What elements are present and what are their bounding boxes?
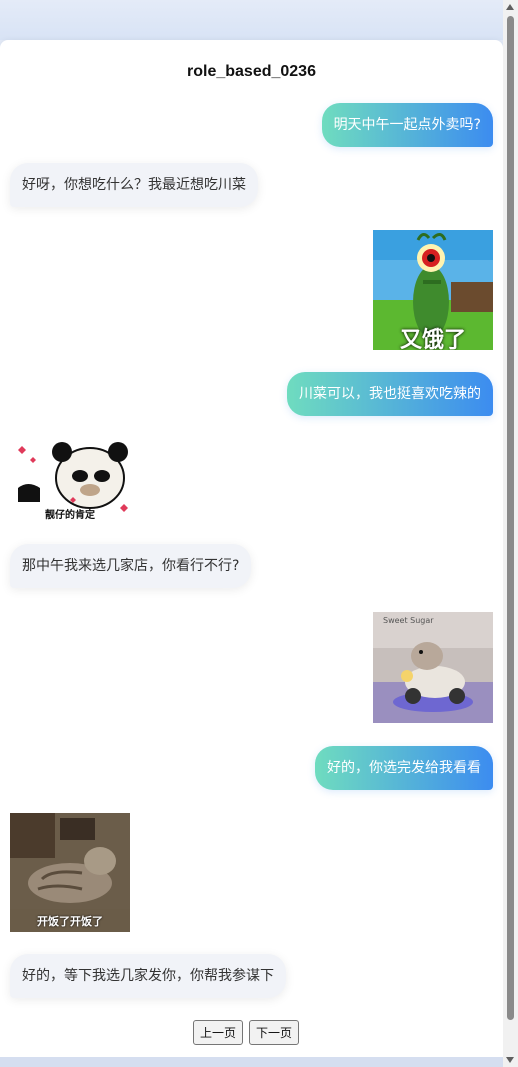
vertical-scrollbar[interactable] (503, 0, 518, 1067)
bottom-band (0, 1057, 503, 1067)
sticker-image-cat: 开饭了开饭了 (10, 813, 130, 932)
sticker-image-hamster: Sweet Sugar (373, 612, 493, 723)
sticker-caption: 又饿了 (399, 328, 466, 350)
message-bubble-right: 明天中午一起点外卖吗? (321, 103, 493, 147)
top-band (0, 0, 503, 40)
sticker-caption: 开饭了开饭了 (37, 915, 103, 928)
message-bubble-left: 那中午我来选几家店，你看行不行? (10, 544, 252, 588)
sticker-image-panda: 靓仔的肯定 (10, 440, 130, 522)
chat-title: role_based_0236 (187, 63, 316, 80)
scroll-down-arrow-icon[interactable] (506, 1057, 514, 1063)
message-bubble-right: 川菜可以，我也挺喜欢吃辣的 (287, 372, 493, 416)
message-bubble-left: 好的，等下我选几家发你，你帮我参谋下 (10, 954, 286, 998)
next-page-button[interactable]: 下一页 (249, 1020, 300, 1045)
pagination: 上一页 下一页 (193, 1020, 300, 1045)
scrollbar-thumb[interactable] (507, 16, 514, 1020)
scroll-up-arrow-icon[interactable] (506, 4, 514, 10)
sticker-caption: 靓仔的肯定 (45, 510, 95, 521)
chat-panel: role_based_0236 明天中午一起点外卖吗? 好呀，你想吃什么？我最近… (0, 40, 503, 1057)
hamster-image (373, 612, 493, 723)
message-bubble-left: 好呀，你想吃什么？我最近想吃川菜 (10, 163, 258, 207)
message-bubble-right: 好的，你选完发给我看看 (315, 746, 493, 790)
sticker-caption: Sweet Sugar (383, 616, 434, 625)
sticker-image-plankton: 又饿了 (373, 230, 493, 350)
previous-page-button[interactable]: 上一页 (193, 1020, 244, 1045)
